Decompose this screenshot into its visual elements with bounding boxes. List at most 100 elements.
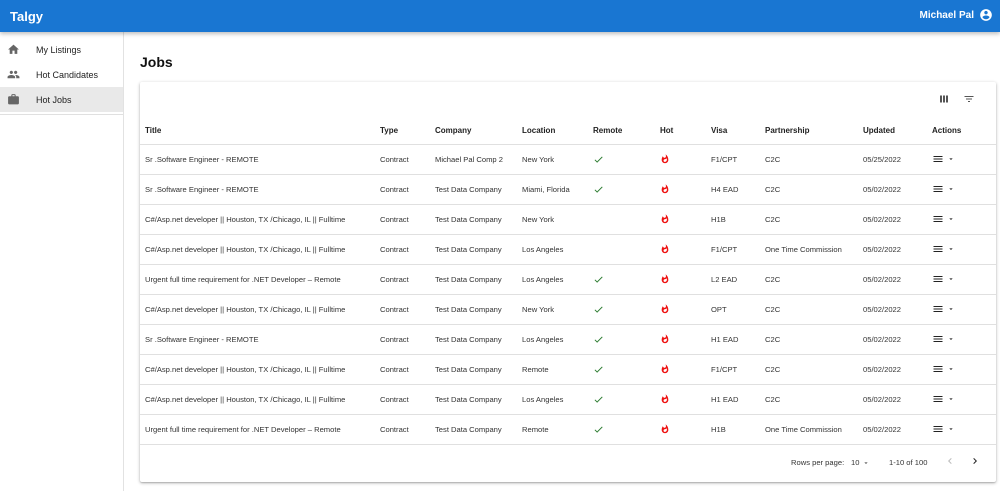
sidebar-item-my-listings[interactable]: My Listings	[0, 37, 123, 62]
cell-title[interactable]: C#/Asp.net developer || Houston, TX /Chi…	[140, 234, 375, 265]
app-brand[interactable]: Talgy	[10, 9, 43, 24]
filter-list-icon[interactable]	[963, 93, 975, 105]
cell-remote	[588, 324, 655, 355]
table-row[interactable]: C#/Asp.net developer || Houston, TX /Chi…	[140, 384, 996, 415]
cell-title[interactable]: Urgent full time requirement for .NET De…	[140, 414, 375, 445]
cell-title[interactable]: Sr .Software Engineer - REMOTE	[140, 174, 375, 205]
caret-down-icon	[947, 305, 955, 313]
row-actions-button[interactable]	[932, 273, 996, 285]
table-row[interactable]: C#/Asp.net developer || Houston, TX /Chi…	[140, 354, 996, 385]
sidebar-nav: My Listings Hot Candidates Hot Jobs	[0, 32, 123, 112]
check-icon	[593, 304, 655, 315]
cell-type: Contract	[375, 324, 430, 355]
column-header-company[interactable]: Company	[430, 118, 517, 145]
cell-remote	[588, 414, 655, 445]
menu-icon	[932, 183, 944, 195]
next-page-button[interactable]	[969, 455, 981, 467]
sidebar-item-hot-candidates[interactable]: Hot Candidates	[0, 62, 123, 87]
caret-down-icon	[947, 365, 955, 373]
row-actions-button[interactable]	[932, 303, 996, 315]
cell-type: Contract	[375, 234, 430, 265]
table-row[interactable]: C#/Asp.net developer || Houston, TX /Chi…	[140, 234, 996, 265]
cell-updated: 05/02/2022	[858, 384, 927, 415]
column-header-location[interactable]: Location	[517, 118, 588, 145]
table-row[interactable]: Sr .Software Engineer - REMOTE Contract Te…	[140, 174, 996, 205]
cell-title[interactable]: C#/Asp.net developer || Houston, TX /Chi…	[140, 204, 375, 235]
cell-type: Contract	[375, 294, 430, 325]
cell-updated: 05/02/2022	[858, 414, 927, 445]
cell-type: Contract	[375, 144, 430, 175]
cell-visa: F1/CPT	[706, 354, 760, 385]
cell-actions	[927, 144, 996, 175]
cell-type: Contract	[375, 204, 430, 235]
cell-partnership: C2C	[760, 324, 858, 355]
cell-partnership: One Time Commission	[760, 414, 858, 445]
cell-hot	[655, 384, 706, 415]
table-row[interactable]: Sr .Software Engineer - REMOTE Contract Te…	[140, 324, 996, 355]
fire-icon	[660, 244, 706, 254]
menu-icon	[932, 333, 944, 345]
column-header-title[interactable]: Title	[140, 118, 375, 145]
table-row[interactable]: Urgent full time requirement for .NET De…	[140, 414, 996, 445]
cell-title[interactable]: Urgent full time requirement for .NET De…	[140, 264, 375, 295]
table-row[interactable]: Sr .Software Engineer - REMOTE Contract Mi…	[140, 144, 996, 175]
table-row[interactable]: C#/Asp.net developer || Houston, TX /Chi…	[140, 204, 996, 235]
cell-updated: 05/02/2022	[858, 354, 927, 385]
cell-title[interactable]: Sr .Software Engineer - REMOTE	[140, 144, 375, 175]
cell-actions	[927, 174, 996, 205]
row-actions-button[interactable]	[932, 393, 996, 405]
row-actions-button[interactable]	[932, 183, 996, 195]
row-actions-button[interactable]	[932, 333, 996, 345]
cell-hot	[655, 324, 706, 355]
jobs-table: Title Type Company Location Remote Hot V…	[140, 118, 996, 445]
caret-down-icon	[947, 245, 955, 253]
rows-per-page-value: 10	[851, 458, 860, 467]
cell-hot	[655, 234, 706, 265]
row-actions-button[interactable]	[932, 243, 996, 255]
column-header-type[interactable]: Type	[375, 118, 430, 145]
cell-remote	[588, 264, 655, 295]
column-header-hot[interactable]: Hot	[655, 118, 706, 145]
cell-company: Test Data Company	[430, 174, 517, 205]
table-row[interactable]: C#/Asp.net developer || Houston, TX /Chi…	[140, 294, 996, 325]
cell-title[interactable]: Sr .Software Engineer - REMOTE	[140, 324, 375, 355]
cell-updated: 05/02/2022	[858, 204, 927, 235]
account-circle-icon[interactable]	[979, 8, 993, 22]
user-menu[interactable]: Michael Pal	[920, 8, 993, 22]
table-body: Sr .Software Engineer - REMOTE Contract Mi…	[140, 144, 996, 445]
cell-partnership: C2C	[760, 174, 858, 205]
check-icon	[593, 274, 655, 285]
cell-title[interactable]: C#/Asp.net developer || Houston, TX /Chi…	[140, 294, 375, 325]
menu-icon	[932, 153, 944, 165]
menu-icon	[932, 243, 944, 255]
column-header-partnership[interactable]: Partnership	[760, 118, 858, 145]
column-header-visa[interactable]: Visa	[706, 118, 760, 145]
table-row[interactable]: Urgent full time requirement for .NET De…	[140, 264, 996, 295]
row-actions-button[interactable]	[932, 363, 996, 375]
previous-page-button[interactable]	[944, 455, 956, 467]
caret-down-icon	[947, 425, 955, 433]
caret-down-icon	[947, 185, 955, 193]
home-icon	[7, 43, 20, 56]
cell-partnership: C2C	[760, 144, 858, 175]
caret-down-icon	[947, 155, 955, 163]
sidebar-item-label: Hot Candidates	[36, 69, 99, 80]
fire-icon	[660, 424, 706, 434]
row-actions-button[interactable]	[932, 153, 996, 165]
cell-company: Test Data Company	[430, 354, 517, 385]
cell-company: Test Data Company	[430, 384, 517, 415]
cell-title[interactable]: C#/Asp.net developer || Houston, TX /Chi…	[140, 354, 375, 385]
view-columns-icon[interactable]	[938, 93, 950, 105]
row-actions-button[interactable]	[932, 423, 996, 435]
cell-remote	[588, 294, 655, 325]
row-actions-button[interactable]	[932, 213, 996, 225]
main-content: Jobs Title Type Company Location Remote …	[124, 32, 1000, 491]
menu-icon	[932, 393, 944, 405]
sidebar-item-hot-jobs[interactable]: Hot Jobs	[0, 87, 123, 112]
cell-remote	[588, 144, 655, 175]
column-header-updated[interactable]: Updated	[858, 118, 927, 145]
column-header-remote[interactable]: Remote	[588, 118, 655, 145]
cell-title[interactable]: C#/Asp.net developer || Houston, TX /Chi…	[140, 384, 375, 415]
rows-per-page-select[interactable]: 10	[851, 458, 870, 467]
pagination-range: 1-10 of 100	[889, 458, 928, 467]
